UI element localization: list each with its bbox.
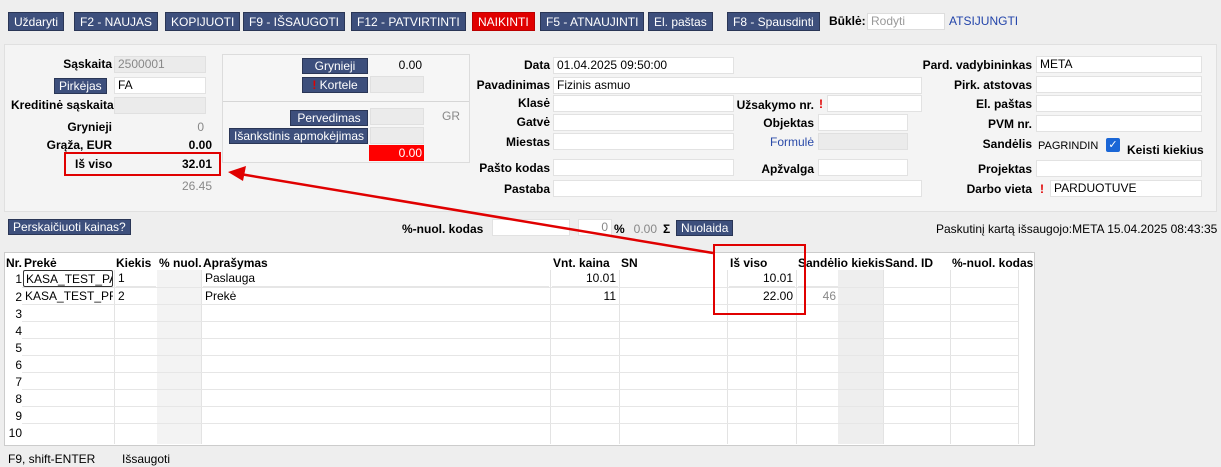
footer-shortcut: F9, shift-ENTER: [8, 452, 96, 466]
arrow-head-icon: [228, 166, 246, 181]
annotation-arrow: [228, 166, 714, 255]
footer-saved-status: Išsaugoti: [122, 452, 171, 466]
arrow-line: [239, 172, 714, 255]
